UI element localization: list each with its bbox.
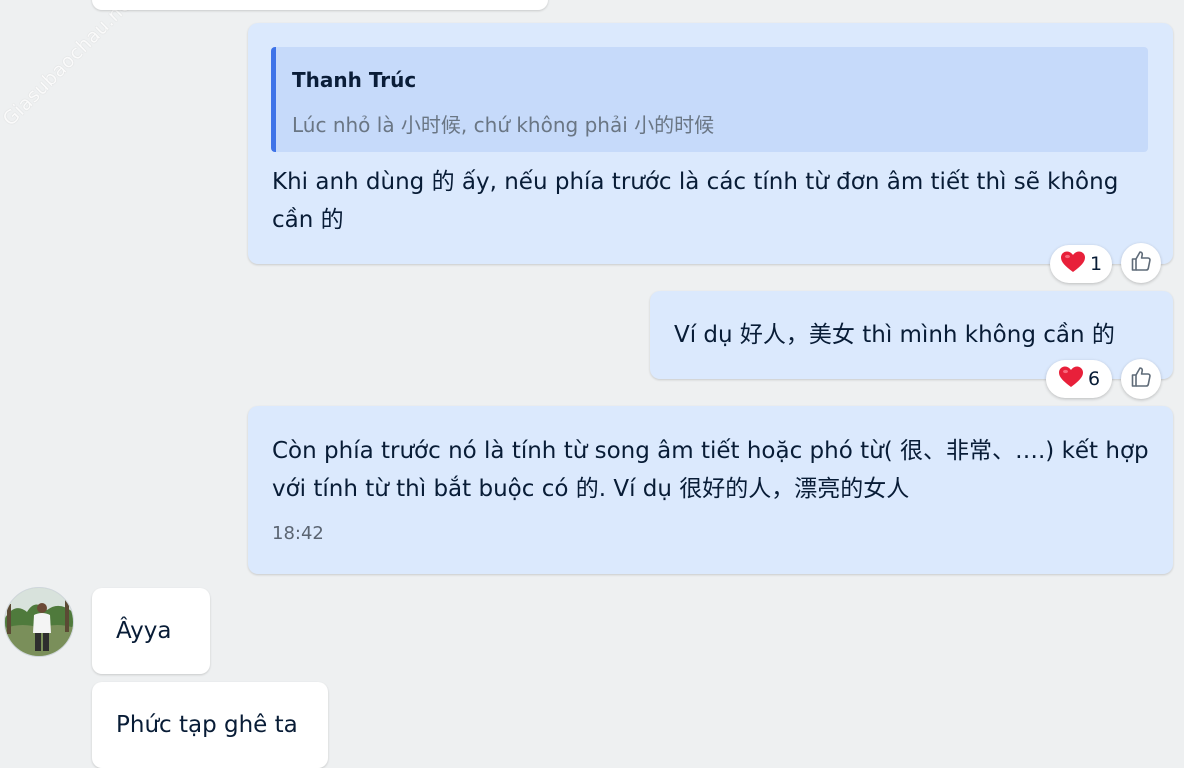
avatar[interactable] <box>4 587 74 657</box>
thumbs-up-icon <box>1129 365 1153 393</box>
message-bubble[interactable]: Phức tạp ghê ta <box>92 682 328 768</box>
message-timestamp: 18:42 <box>272 523 324 544</box>
quote-text: Lúc nhỏ là 小时候, chứ không phải 小的时候 <box>292 113 715 137</box>
quote-author: Thanh Trúc <box>292 68 417 92</box>
message-text: Còn phía trước nó là tính từ song âm tiế… <box>272 438 1149 502</box>
message-text: Ví dụ 好人，美女 thì mình không cần 的 <box>674 322 1115 348</box>
watermark: Giasubaochau.net <box>0 0 142 131</box>
heart-icon <box>1058 365 1084 393</box>
message-bubble[interactable]: Còn phía trước nó là tính từ song âm tiế… <box>248 406 1173 574</box>
like-button[interactable] <box>1121 243 1161 283</box>
reaction-count: 6 <box>1087 368 1101 390</box>
message-bubble-reply[interactable]: Thanh Trúc Lúc nhỏ là 小时候, chứ không phả… <box>248 23 1173 264</box>
message-text: Khi anh dùng 的 ấy, nếu phía trước là các… <box>272 169 1119 233</box>
quoted-message[interactable]: Thanh Trúc Lúc nhỏ là 小时候, chứ không phả… <box>271 47 1148 152</box>
like-button[interactable] <box>1121 359 1161 399</box>
message-bubble[interactable]: Âyya <box>92 588 210 674</box>
reaction-summary[interactable]: 1 <box>1050 245 1112 283</box>
reaction-count: 1 <box>1089 253 1103 275</box>
previous-message-bubble[interactable] <box>92 0 548 10</box>
thumbs-up-icon <box>1129 249 1153 277</box>
message-text: Phức tạp ghê ta <box>116 712 298 738</box>
reaction-summary[interactable]: 6 <box>1046 360 1112 398</box>
message-text: Âyya <box>116 618 172 644</box>
heart-icon <box>1060 250 1086 278</box>
chat-area: Giasubaochau.net Thanh Trúc Lúc nhỏ là 小… <box>0 0 1184 768</box>
